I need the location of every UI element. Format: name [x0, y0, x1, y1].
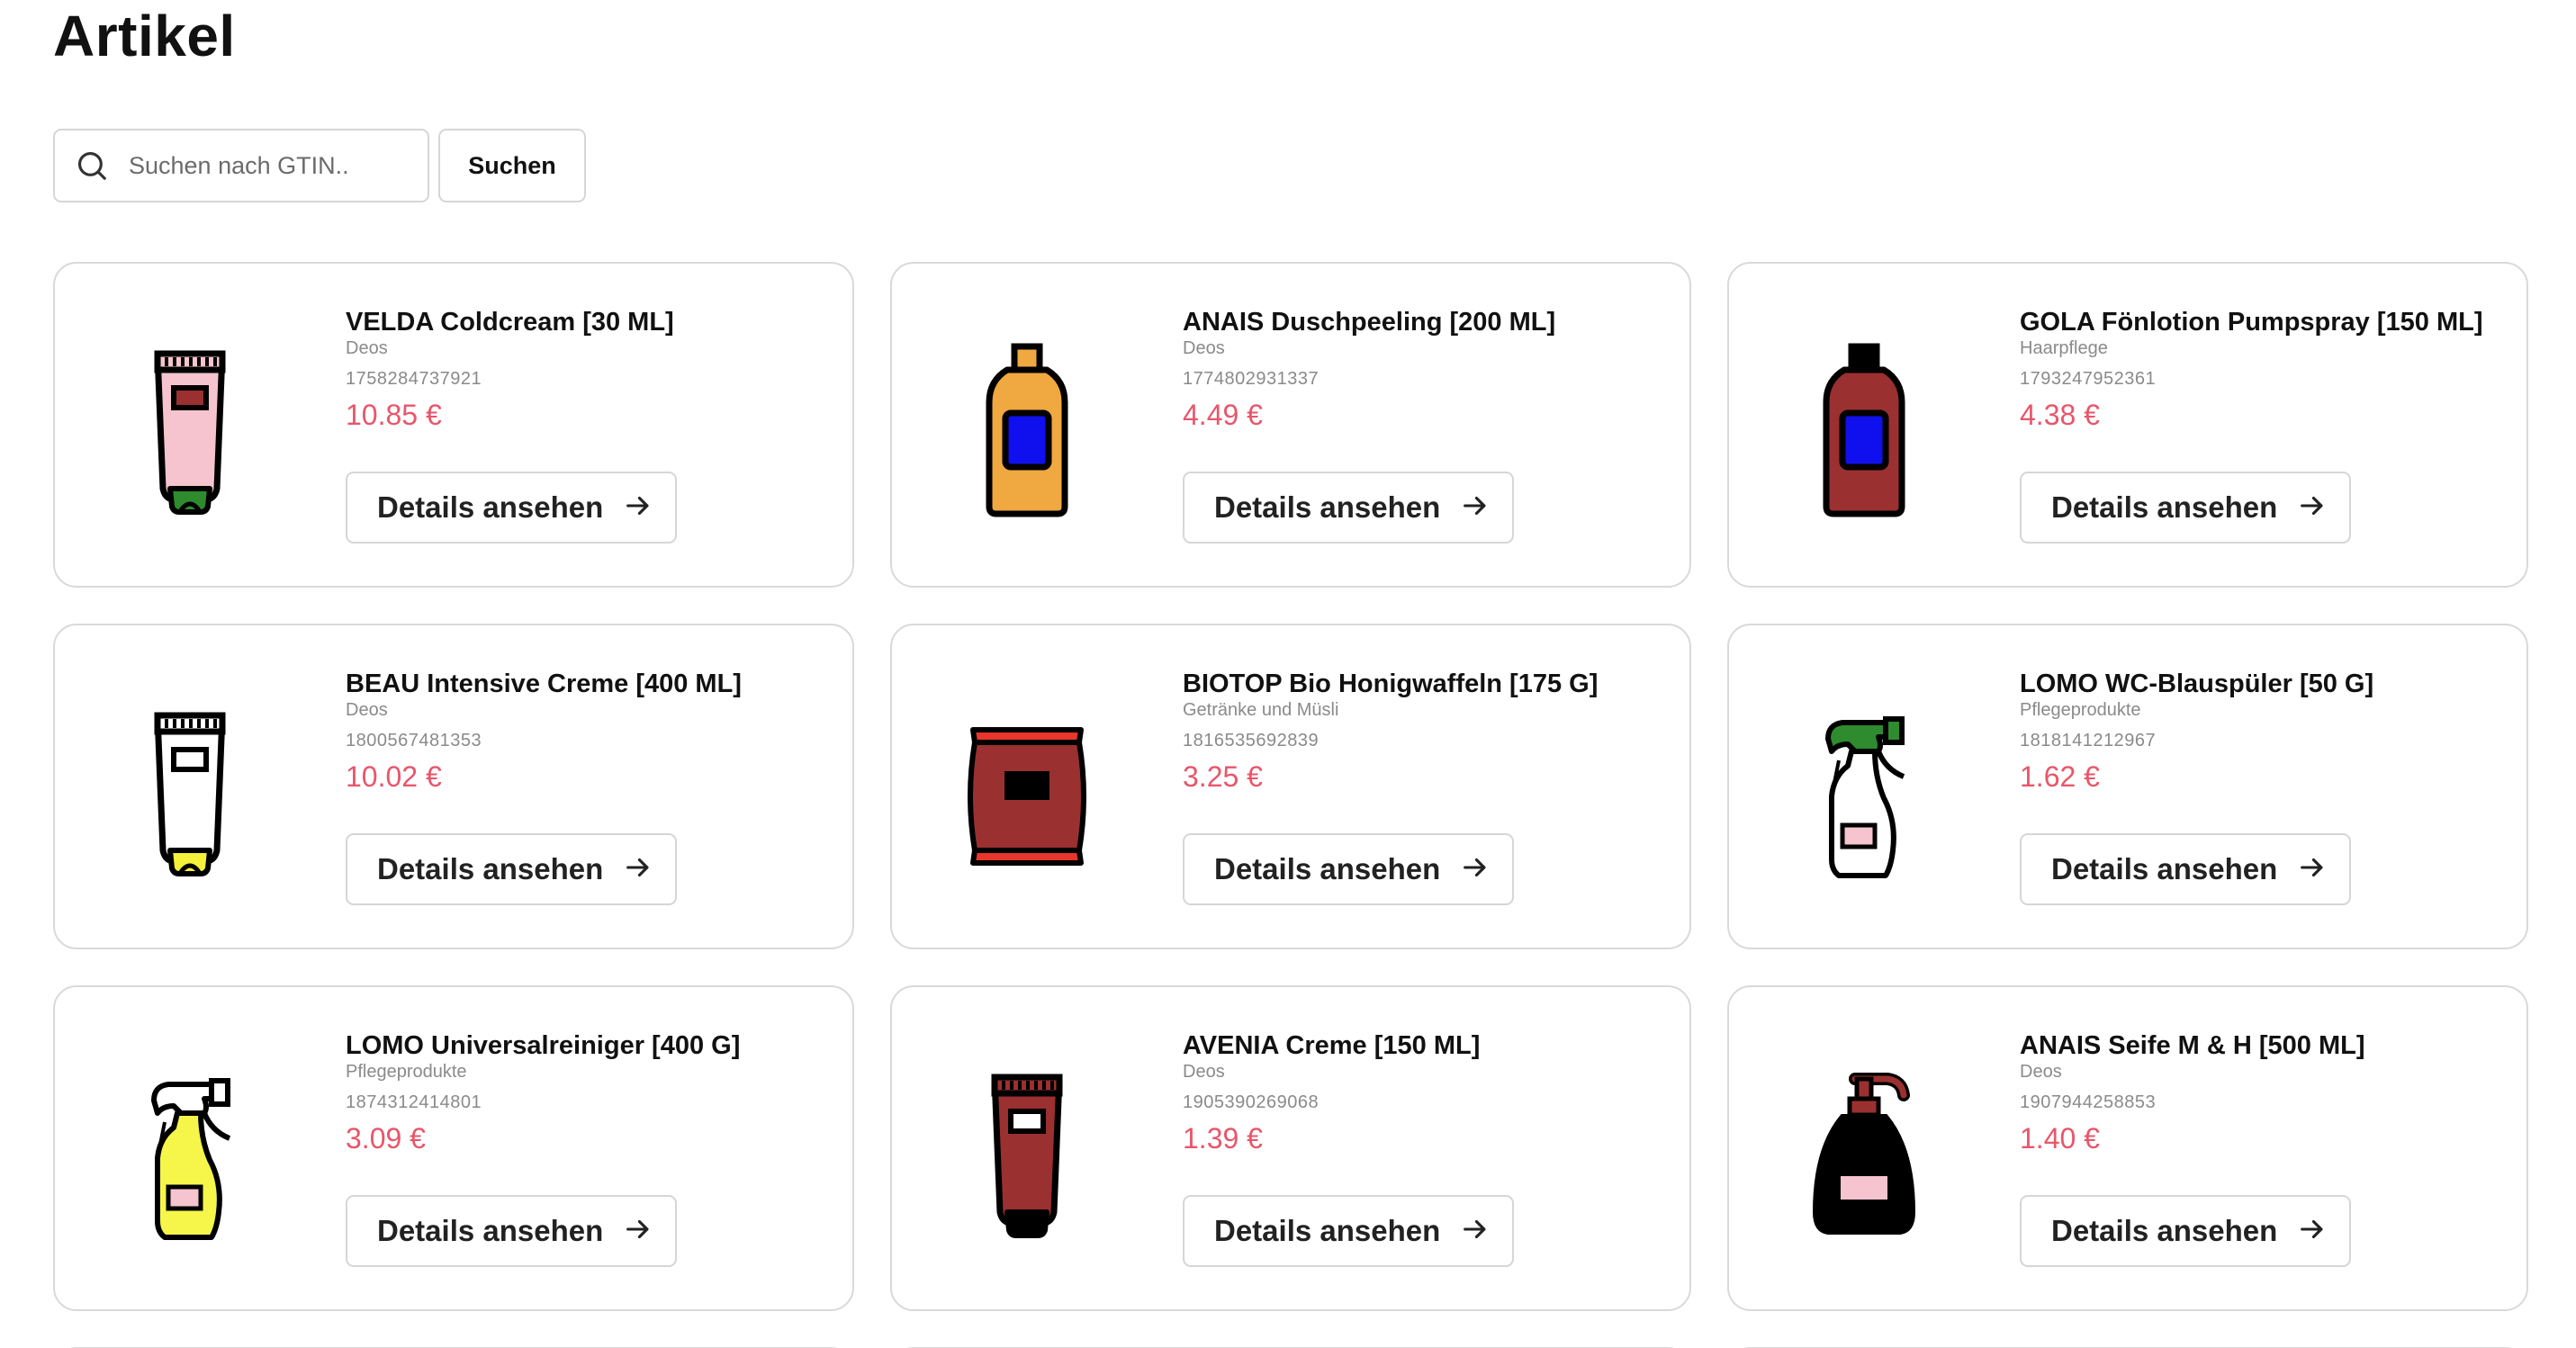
spray-bottle-icon: [118, 1032, 262, 1266]
product-price: 3.09 €: [346, 1122, 426, 1155]
product-gtin: 1907944258853: [2020, 1092, 2157, 1112]
product-info: GOLA Fönlotion Pumpspray [150 ML] Haarpfl…: [2020, 307, 2508, 433]
details-button-label: Details ansehen: [2051, 1214, 2278, 1247]
product-card: BEAU Intensive Creme [400 ML] Deos 1800567…: [53, 624, 854, 949]
details-button-label: Details ansehen: [377, 852, 604, 885]
product-category: Deos: [346, 700, 388, 720]
product-price: 1.40 €: [2020, 1122, 2100, 1155]
product-price: 1.39 €: [1183, 1122, 1263, 1155]
search-button[interactable]: Suchen: [438, 129, 586, 202]
product-price: 1.62 €: [2020, 760, 2100, 793]
search-icon: [77, 151, 106, 180]
details-button[interactable]: Details ansehen: [346, 472, 677, 544]
details-button-label: Details ansehen: [377, 490, 604, 524]
details-button[interactable]: Details ansehen: [346, 1195, 677, 1267]
product-card: BIOTOP Bio Honigwaffeln [175 G] Getränke …: [890, 624, 1691, 949]
product-info: ANAIS Duschpeeling [200 ML] Deos 177480293…: [1183, 307, 1671, 433]
product-grid: VELDA Coldcream [30 ML] Deos 1758284737921…: [53, 262, 2529, 1348]
details-button-label: Details ansehen: [1214, 1214, 1441, 1247]
product-info: VELDA Coldcream [30 ML] Deos 1758284737921…: [346, 307, 834, 433]
product-price: 4.38 €: [2020, 399, 2100, 431]
product-card: LOMO WC-Blauspüler [50 G] Pflegeprodukte 1…: [1727, 624, 2528, 949]
product-gtin: 1874312414801: [346, 1092, 482, 1112]
arrow-right-icon: [1460, 490, 1491, 526]
product-price: 10.02 €: [346, 760, 442, 793]
search-bar: Suchen: [53, 129, 586, 204]
bottle-icon: [1792, 309, 1936, 543]
product-category: Deos: [346, 338, 388, 358]
product-gtin: 1818141212967: [2020, 731, 2157, 750]
arrow-right-icon: [1460, 852, 1491, 887]
arrow-right-icon: [623, 1214, 653, 1249]
search-input[interactable]: [127, 150, 401, 181]
product-category: Haarpflege: [2020, 338, 2108, 358]
product-name: BIOTOP Bio Honigwaffeln [175 G]: [1183, 670, 1599, 698]
product-name: AVENIA Creme [150 ML]: [1183, 1031, 1481, 1060]
details-button-label: Details ansehen: [1214, 490, 1441, 524]
product-name: LOMO Universalreiniger [400 G]: [346, 1031, 741, 1060]
product-name: ANAIS Duschpeeling [200 ML]: [1183, 308, 1556, 337]
arrow-right-icon: [1460, 1214, 1491, 1249]
product-name: LOMO WC-Blauspüler [50 G]: [2020, 670, 2374, 698]
product-category: Getränke und Müsli: [1183, 700, 1339, 720]
arrow-right-icon: [2297, 1214, 2328, 1249]
search-field[interactable]: [53, 129, 429, 202]
product-info: BEAU Intensive Creme [400 ML] Deos 1800567…: [346, 669, 834, 795]
product-info: ANAIS Seife M & H [500 ML] Deos 1907944258…: [2020, 1030, 2508, 1156]
details-button[interactable]: Details ansehen: [2020, 833, 2351, 905]
details-button-label: Details ansehen: [377, 1214, 604, 1247]
tube-icon: [118, 309, 262, 543]
product-category: Deos: [1183, 338, 1225, 358]
product-category: Deos: [2020, 1062, 2062, 1082]
product-gtin: 1774802931337: [1183, 369, 1320, 389]
arrow-right-icon: [623, 852, 653, 887]
details-button[interactable]: Details ansehen: [1183, 472, 1514, 544]
pump-dispenser-icon: [1792, 1032, 1936, 1266]
details-button[interactable]: Details ansehen: [346, 833, 677, 905]
product-card: GOLA Fönlotion Pumpspray [150 ML] Haarpfl…: [1727, 262, 2528, 588]
product-category: Deos: [1183, 1062, 1225, 1082]
arrow-right-icon: [623, 490, 653, 526]
arrow-right-icon: [2297, 490, 2328, 526]
product-card: LOMO Universalreiniger [400 G] Pflegeprod…: [53, 985, 854, 1311]
product-info: LOMO Universalreiniger [400 G] Pflegeprod…: [346, 1030, 834, 1156]
product-card: AVENIA Creme [150 ML] Deos 1905390269068 1.…: [890, 985, 1691, 1311]
product-name: GOLA Fönlotion Pumpspray [150 ML]: [2020, 308, 2483, 337]
product-info: AVENIA Creme [150 ML] Deos 1905390269068 1.…: [1183, 1030, 1671, 1156]
bottle-icon: [955, 309, 1099, 543]
product-gtin: 1905390269068: [1183, 1092, 1320, 1112]
tube-icon: [118, 670, 262, 904]
details-button-label: Details ansehen: [2051, 490, 2278, 524]
product-gtin: 1816535692839: [1183, 731, 1320, 750]
spray-bottle-icon: [1792, 670, 1936, 904]
tube-icon: [955, 1032, 1099, 1266]
details-button-label: Details ansehen: [2051, 852, 2278, 885]
product-name: VELDA Coldcream [30 ML]: [346, 308, 674, 337]
product-price: 4.49 €: [1183, 399, 1263, 431]
product-category: Pflegeprodukte: [2020, 700, 2141, 720]
details-button[interactable]: Details ansehen: [1183, 1195, 1514, 1267]
details-button-label: Details ansehen: [1214, 852, 1441, 885]
product-gtin: 1758284737921: [346, 369, 482, 389]
product-category: Pflegeprodukte: [346, 1062, 467, 1082]
package-bag-icon: [955, 670, 1099, 904]
product-gtin: 1800567481353: [346, 731, 482, 750]
details-button[interactable]: Details ansehen: [2020, 472, 2351, 544]
details-button[interactable]: Details ansehen: [1183, 833, 1514, 905]
product-info: LOMO WC-Blauspüler [50 G] Pflegeprodukte 1…: [2020, 669, 2508, 795]
product-card: VELDA Coldcream [30 ML] Deos 1758284737921…: [53, 262, 854, 588]
product-gtin: 1793247952361: [2020, 369, 2157, 389]
page-title: Artikel: [53, 4, 236, 68]
details-button[interactable]: Details ansehen: [2020, 1195, 2351, 1267]
product-card: ANAIS Seife M & H [500 ML] Deos 1907944258…: [1727, 985, 2528, 1311]
product-name: BEAU Intensive Creme [400 ML]: [346, 670, 742, 698]
product-name: ANAIS Seife M & H [500 ML]: [2020, 1031, 2365, 1060]
arrow-right-icon: [2297, 852, 2328, 887]
product-info: BIOTOP Bio Honigwaffeln [175 G] Getränke …: [1183, 669, 1671, 795]
product-card: ANAIS Duschpeeling [200 ML] Deos 177480293…: [890, 262, 1691, 588]
product-price: 3.25 €: [1183, 760, 1263, 793]
page: Artikel Suchen VELDA Coldcream [30 ML]De…: [0, 0, 2576, 1348]
product-price: 10.85 €: [346, 399, 442, 431]
